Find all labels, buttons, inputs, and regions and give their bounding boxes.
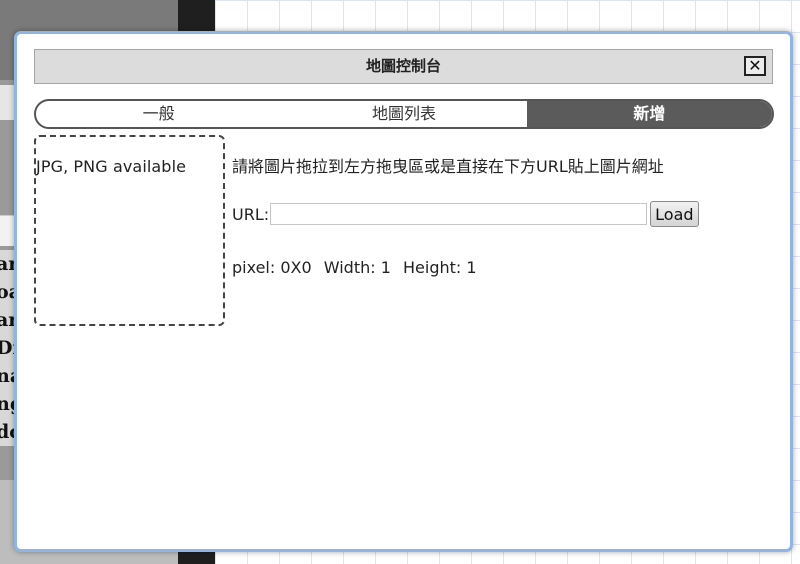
- close-icon: ✕: [748, 56, 762, 75]
- close-button[interactable]: ✕: [744, 56, 766, 76]
- image-info: pixel: 0X0 Width: 1 Height: 1: [232, 258, 484, 277]
- width-info: Width: 1: [323, 258, 391, 277]
- pixel-info: pixel: 0X0: [232, 258, 312, 277]
- dialog-titlebar[interactable]: 地圖控制台 ✕: [34, 49, 773, 84]
- url-row: URL: Load: [232, 201, 699, 227]
- load-button[interactable]: Load: [650, 201, 699, 227]
- drop-zone-hint: JPG, PNG available: [36, 157, 187, 176]
- tab-map-list[interactable]: 地圖列表: [281, 101, 526, 127]
- image-drop-zone[interactable]: JPG, PNG available: [34, 135, 225, 326]
- height-info: Height: 1: [403, 258, 477, 277]
- dialog-title: 地圖控制台: [365, 57, 441, 75]
- tab-general[interactable]: 一般: [36, 101, 281, 127]
- add-instructions: 請將圖片拖拉到左方拖曳區或是直接在下方URL貼上圖片網址: [232, 157, 664, 176]
- url-input[interactable]: [270, 203, 648, 225]
- url-label: URL:: [232, 204, 270, 224]
- tab-bar: 一般 地圖列表 新增: [34, 99, 774, 129]
- map-control-dialog: 地圖控制台 ✕ 一般 地圖列表 新增 JPG, PNG available 請將…: [14, 31, 793, 552]
- tab-add[interactable]: 新增: [526, 101, 772, 127]
